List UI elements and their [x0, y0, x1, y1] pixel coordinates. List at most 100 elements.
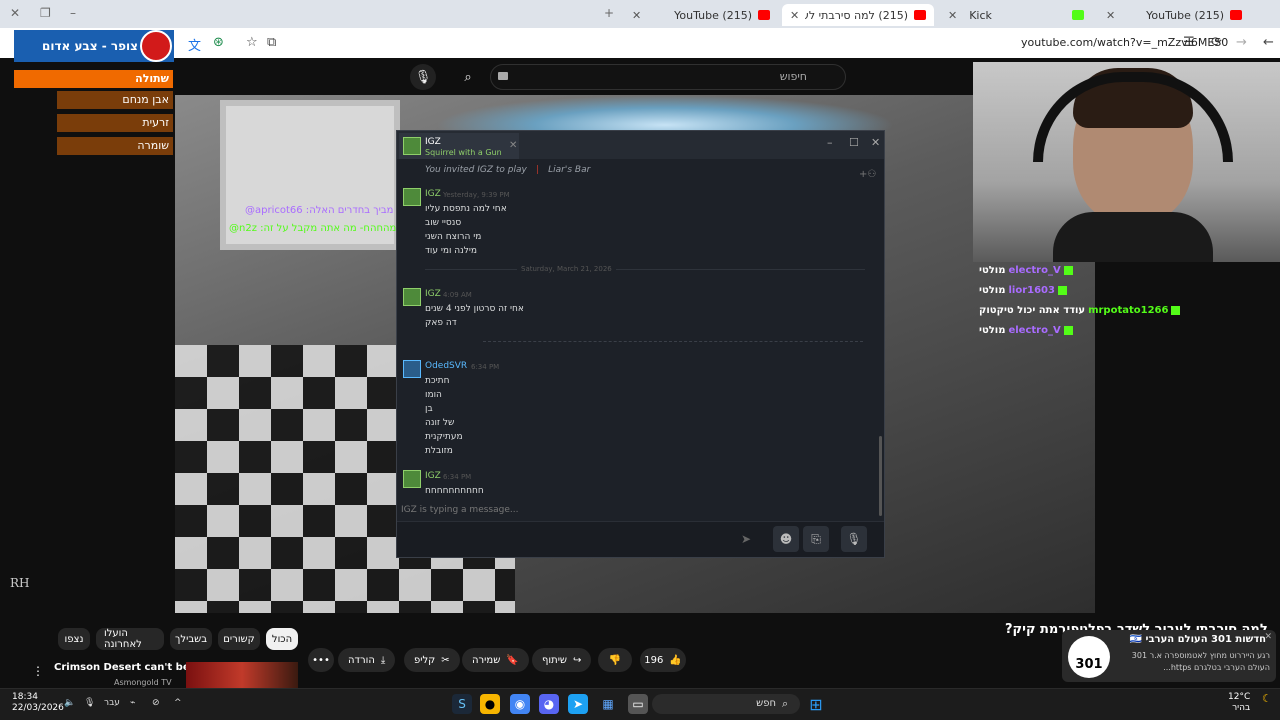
discord-icon[interactable]: ◕ — [539, 694, 559, 714]
browser-tab[interactable]: ✕ Kick — [940, 4, 1092, 26]
close-tab-icon[interactable]: ✕ — [1106, 9, 1115, 22]
more-actions-button[interactable]: ••• — [308, 648, 334, 672]
telegram-notification[interactable]: 301 חדשות 301 העולם הערבי 🇮🇱 רגע הייררוט… — [1062, 630, 1276, 682]
keyboard-icon[interactable] — [498, 72, 508, 80]
kick-badge-icon — [1063, 265, 1073, 275]
message-time: Yesterday, 9:39 PM — [443, 191, 510, 199]
network-icon[interactable]: ⌁ — [130, 698, 135, 708]
notifications-off-icon[interactable]: ⊘ — [152, 698, 160, 708]
start-apps-icon[interactable]: ▦ — [598, 694, 618, 714]
alert-logo-icon — [140, 30, 172, 62]
steam-icon[interactable]: S — [452, 694, 472, 714]
taskbar-search[interactable]: חפש — [652, 694, 800, 714]
weather-widget[interactable]: 12°C בהיר — [1228, 692, 1250, 714]
chat-tab-igz[interactable]: IGZ Squirrel with a Gun ✕ — [399, 133, 519, 159]
message-time: 6:34 PM — [471, 363, 500, 371]
chip-recent[interactable]: הועלו לאחרונה — [96, 628, 164, 650]
steam-chat-window: IGZ Squirrel with a Gun ✕ – ☐ ✕ You invi… — [396, 130, 885, 558]
send-icon[interactable]: ➤ — [733, 526, 759, 552]
chat-scrollbar[interactable] — [879, 436, 882, 516]
task-view-icon[interactable]: ▭ — [628, 694, 648, 714]
new-messages-divider — [483, 341, 863, 342]
alert-item: שומרה — [57, 137, 173, 155]
voice-icon[interactable]: 🎙 — [841, 526, 867, 552]
voice-search-icon[interactable]: 🎙 — [410, 64, 436, 90]
restore-window-icon[interactable]: ❐ — [40, 6, 51, 20]
translate-icon[interactable]: 文 — [188, 35, 201, 54]
avatar — [403, 470, 421, 488]
recommended-channel[interactable]: Asmongold TV — [114, 678, 172, 687]
message-line: אחי זה סרטון לפני 4 שנים — [425, 304, 524, 314]
attach-icon[interactable]: ⎘ — [803, 526, 829, 552]
telegram-icon[interactable]: ➤ — [568, 694, 588, 714]
url-field[interactable]: youtube.com/watch?v=_mZzvI6MES0 — [1021, 36, 1228, 49]
bookmark-icon: 🔖 — [506, 654, 519, 666]
tray-chevron-icon[interactable]: ^ — [174, 698, 182, 708]
webcam-feed — [973, 62, 1280, 262]
alert-item: שתולה — [14, 70, 173, 88]
video-overlay-chat-2: @n2z :ירימהחהח- מה אתה מקבל על זה — [229, 223, 407, 234]
chip-related[interactable]: קשורים — [218, 628, 260, 650]
kick-chat-row: electro_V מולטי — [976, 322, 1073, 338]
close-window-icon[interactable]: ✕ — [10, 6, 20, 20]
close-icon[interactable]: ✕ — [871, 136, 880, 149]
language-indicator[interactable]: עבר — [104, 698, 120, 708]
more-options-icon[interactable]: ⋮ — [32, 664, 44, 678]
save-button[interactable]: שמירה 🔖 — [462, 648, 529, 672]
chip-watched[interactable]: נצפו — [58, 628, 90, 650]
close-notification-icon[interactable]: ✕ — [1264, 632, 1272, 642]
message-line: מעתיקנית — [425, 432, 463, 442]
kick-chat-row: electro_V מולטי — [976, 262, 1073, 278]
browser-tab[interactable]: ✕ (215) YouTube — [624, 4, 778, 26]
message-sender: IGZ — [425, 471, 441, 481]
minimize-window-icon[interactable]: – — [70, 6, 76, 20]
download-button[interactable]: הורדה ⤓ — [338, 648, 396, 672]
browser-tab-active[interactable]: ✕ (215) למה סירבתי לעבור לשדר — [782, 4, 934, 26]
back-icon[interactable]: ← — [1263, 35, 1274, 50]
bookmark-star-icon[interactable]: ☆ — [246, 35, 258, 50]
moon-icon: ☾ — [1262, 692, 1272, 705]
speaker-icon[interactable]: 🔈 — [64, 698, 75, 708]
windows-start-icon[interactable]: ⊞ — [806, 694, 826, 714]
message-time: 6:34 PM — [443, 473, 472, 481]
search-icon[interactable]: ⌕ — [455, 64, 481, 90]
youtube-favicon-icon — [914, 10, 926, 20]
microphone-icon[interactable]: 🎙 — [84, 698, 95, 708]
cast-icon[interactable]: ⧉ — [267, 35, 276, 50]
add-friend-icon[interactable]: +⚇ — [859, 169, 876, 180]
forward-icon[interactable]: → — [1236, 35, 1247, 50]
chip-all[interactable]: הכול — [266, 628, 298, 650]
browser-tab[interactable]: ✕ (215) YouTube — [1098, 4, 1250, 26]
message-line: אחי למה נתפסת עליו — [425, 204, 507, 214]
share-button[interactable]: שיתוף ↪ — [532, 648, 592, 672]
dislike-button[interactable]: 👎 — [598, 648, 632, 672]
alert-item: אבן מנחם — [57, 91, 173, 109]
extension-icon[interactable]: ⊛ — [213, 35, 224, 50]
browser-tab-bar: ✕ ❐ – + ✕ (215) YouTube ✕ (215) למה סירב… — [0, 0, 1280, 28]
like-button[interactable]: 196 👍 — [640, 648, 686, 672]
chip-for-you[interactable]: בשבילך — [170, 628, 212, 650]
search-input[interactable]: חיפוש — [490, 64, 846, 90]
close-chat-tab-icon[interactable]: ✕ — [509, 140, 517, 151]
close-tab-icon[interactable]: ✕ — [948, 9, 957, 22]
avatar — [403, 288, 421, 306]
clip-button[interactable]: קליפ ✂ — [404, 648, 460, 672]
message-time: 4:09 AM — [443, 291, 472, 299]
share-icon: ↪ — [573, 654, 582, 666]
app-icon[interactable]: ● — [480, 694, 500, 714]
maximize-icon[interactable]: ☐ — [849, 136, 859, 149]
chrome-icon[interactable]: ◉ — [510, 694, 530, 714]
close-tab-icon[interactable]: ✕ — [632, 9, 641, 22]
new-tab-icon[interactable]: + — [604, 6, 614, 20]
chat-header: IGZ Squirrel with a Gun ✕ – ☐ ✕ — [397, 131, 884, 159]
close-tab-icon[interactable]: ✕ — [790, 9, 799, 22]
youtube-favicon-icon — [1230, 10, 1242, 20]
recommended-thumbnail[interactable] — [186, 662, 298, 688]
message-line: מי הרוצח השני — [425, 232, 482, 242]
emoji-icon[interactable]: ☻ — [773, 526, 799, 552]
minimize-icon[interactable]: – — [827, 136, 833, 149]
clock[interactable]: 18:34 22/03/2026 — [12, 692, 64, 714]
avatar — [403, 360, 421, 378]
date-divider-label: Saturday, March 21, 2026 — [517, 265, 616, 273]
message-line: חתיכת — [425, 376, 450, 386]
